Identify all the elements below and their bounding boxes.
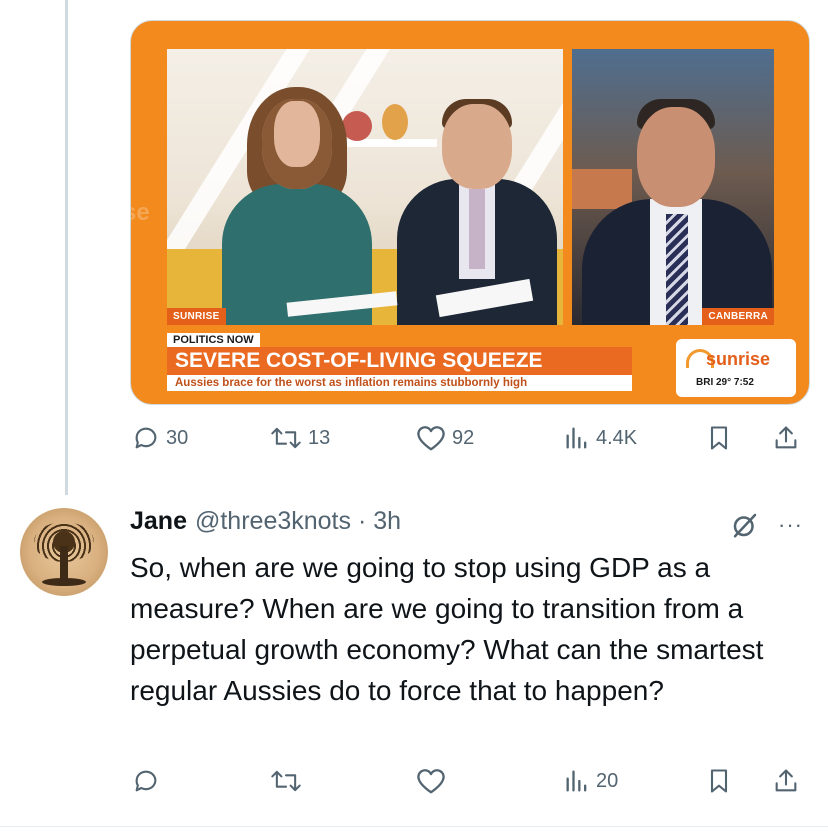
like-count: 92	[452, 426, 475, 449]
views-count: 20	[596, 769, 619, 792]
like-button[interactable]	[416, 763, 446, 799]
tweet-media-image[interactable]: SUNRISE se CANBERRA POLITICS NOW SEVERE …	[130, 20, 810, 405]
like-button[interactable]: 92	[416, 420, 474, 456]
grok-icon[interactable]	[730, 510, 760, 545]
retweet-icon	[270, 424, 302, 452]
remote-panel: CANBERRA	[572, 49, 774, 325]
badge-canberra: CANBERRA	[702, 308, 774, 325]
user-name[interactable]: Jane	[130, 507, 187, 536]
reply-header: Jane @three3knots · 3h	[130, 507, 401, 537]
tweet-action-bar: 30 13 92 4.4K	[130, 420, 808, 456]
wall-text: se	[131, 199, 150, 226]
retweet-button[interactable]	[270, 763, 302, 799]
views-chart-icon	[564, 424, 590, 452]
badge-sunrise: SUNRISE	[167, 308, 226, 325]
reply-button[interactable]	[132, 763, 160, 799]
share-icon	[772, 767, 800, 795]
user-handle-time[interactable]: @three3knots · 3h	[195, 507, 401, 536]
more-options-icon[interactable]: ···	[778, 512, 803, 538]
reply-count: 30	[166, 426, 189, 449]
segment-label: POLITICS NOW	[167, 333, 260, 347]
reply-text: So, when are we going to stop using GDP …	[130, 552, 764, 706]
views-count: 4.4K	[596, 426, 638, 449]
share-button[interactable]	[772, 763, 800, 799]
reply-icon	[132, 424, 160, 452]
bookmark-icon	[706, 424, 732, 452]
lower-third: POLITICS NOW SEVERE COST-OF-LIVING SQUEE…	[167, 333, 632, 391]
avatar[interactable]	[20, 508, 108, 596]
bookmark-icon	[706, 767, 732, 795]
reply-button[interactable]: 30	[132, 420, 188, 456]
bookmark-button[interactable]	[706, 763, 732, 799]
studio-panel: SUNRISE	[167, 49, 563, 325]
retweet-count: 13	[308, 426, 331, 449]
thread-line	[65, 0, 68, 495]
divider	[0, 826, 828, 827]
reply-icon	[132, 767, 160, 795]
retweet-icon	[270, 767, 302, 795]
share-icon	[772, 424, 800, 452]
logo-text: sunrise	[706, 349, 771, 369]
views-button[interactable]: 20	[564, 763, 618, 799]
views-chart-icon	[564, 767, 590, 795]
sunrise-logo: sunrise BRI 29° 7:52	[676, 339, 796, 397]
heart-icon	[416, 767, 446, 795]
news-headline: SEVERE COST-OF-LIVING SQUEEZE	[167, 347, 632, 375]
views-button[interactable]: 4.4K	[564, 420, 637, 456]
retweet-button[interactable]: 13	[270, 420, 330, 456]
heart-icon	[416, 424, 446, 452]
news-subline: Aussies brace for the worst as inflation…	[167, 375, 632, 391]
time-bug: BRI 29° 7:52	[696, 377, 754, 388]
reply-action-bar: 20	[130, 763, 808, 799]
bookmark-button[interactable]	[706, 420, 732, 456]
share-button[interactable]	[772, 420, 800, 456]
